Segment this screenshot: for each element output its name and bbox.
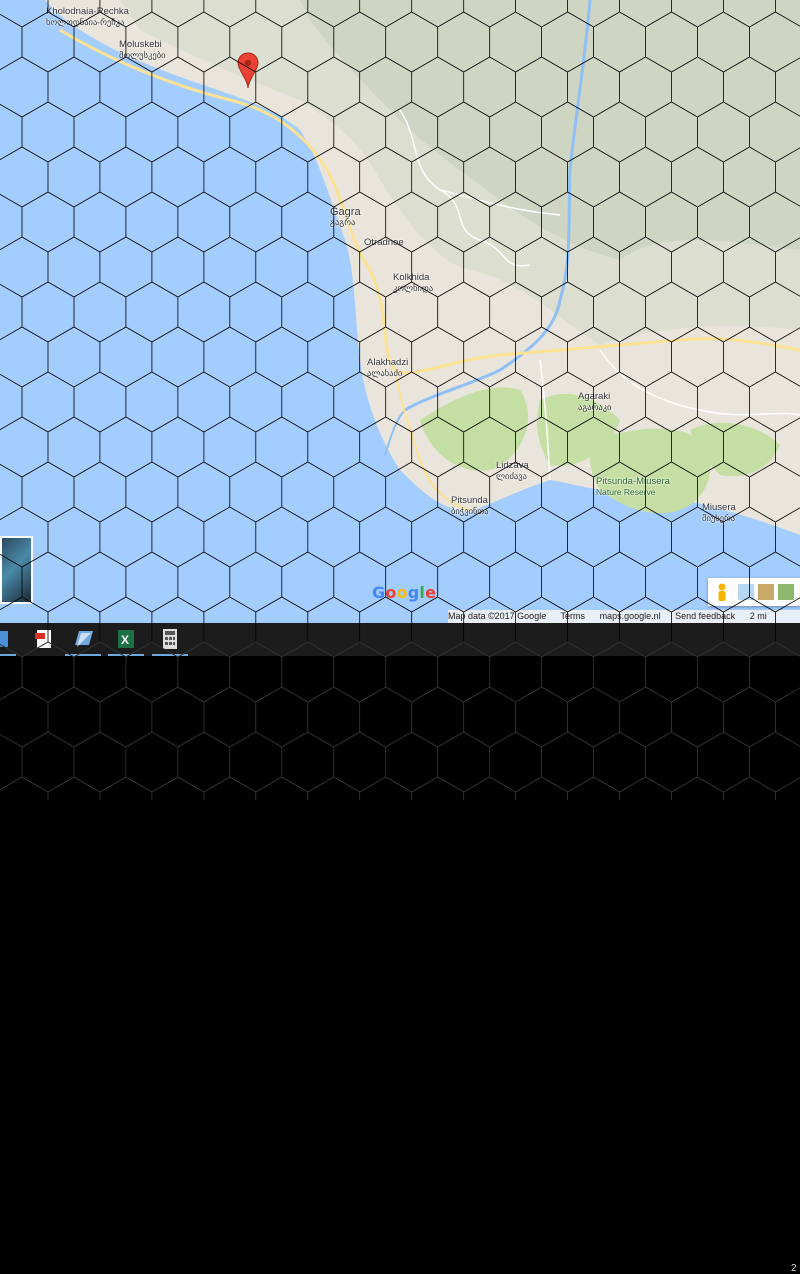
taskbar: X 2 bbox=[0, 623, 800, 1274]
send-feedback-link[interactable]: Send feedback bbox=[675, 611, 735, 621]
pegman-icon[interactable] bbox=[708, 578, 800, 606]
map-thumbnail-icon bbox=[738, 584, 754, 600]
park-area bbox=[420, 387, 529, 471]
site-link[interactable]: maps.google.nl bbox=[600, 611, 661, 621]
red-pin-icon[interactable] bbox=[237, 52, 259, 90]
place-local-name: ხოლოდნაია-რეჩკა bbox=[46, 17, 125, 27]
river bbox=[384, 409, 406, 456]
place-local-name: ალახაძი bbox=[367, 368, 403, 378]
place-name: Moluskebi bbox=[119, 39, 162, 50]
place-label-pitsunda: Pitsunda ბიჭვინთა bbox=[451, 495, 489, 517]
google-logo: Google bbox=[372, 583, 436, 602]
place-local-name: გაგრა bbox=[330, 217, 356, 227]
place-local-name: ბიჭვინთა bbox=[451, 506, 489, 516]
street-view-thumbnail[interactable] bbox=[0, 536, 33, 604]
svg-text:X: X bbox=[121, 633, 129, 647]
place-local-name: აგარაკი bbox=[578, 402, 612, 412]
place-label-pitsunda-miusera: Pitsunda-Miusera Nature Reserve bbox=[596, 476, 670, 498]
place-label-alakhadzi: Alakhadzi ალახაძი bbox=[367, 357, 409, 379]
place-name: Miusera bbox=[702, 502, 736, 513]
scale-label: 2 mi bbox=[749, 611, 767, 621]
place-name: Otradnoe bbox=[364, 237, 404, 248]
place-label-kolkhida: Kolkhida კოლხიდა bbox=[393, 272, 434, 294]
map-attribution-bar: Map data ©2017 Google Terms maps.google.… bbox=[448, 610, 800, 623]
excel-icon[interactable]: X bbox=[108, 623, 144, 656]
place-name: Agaraki bbox=[578, 391, 611, 402]
map-type-control[interactable] bbox=[708, 578, 800, 606]
place-name: Pitsunda-Miusera bbox=[596, 476, 670, 487]
map-view[interactable]: Kholodnaia-Rechka ხოლოდნაია-რეჩკა Molusk… bbox=[0, 0, 800, 623]
google-logo-text: Google bbox=[372, 583, 437, 602]
place-name: Kolkhida bbox=[393, 272, 430, 283]
map-canvas[interactable] bbox=[0, 0, 800, 623]
place-label-lidzava: Lidzava ლიძავა bbox=[496, 460, 529, 482]
terrain-thumbnail-icon bbox=[758, 584, 774, 600]
terms-link[interactable]: Terms bbox=[561, 611, 586, 621]
place-local-name: Nature Reserve bbox=[596, 487, 656, 497]
place-label-agaraki: Agaraki აგარაკი bbox=[578, 391, 612, 413]
place-name: Lidzava bbox=[496, 460, 529, 471]
pdf-icon[interactable] bbox=[26, 623, 62, 656]
place-local-name: ლიძავა bbox=[496, 471, 527, 481]
taskbar-clock[interactable]: 2 bbox=[791, 1263, 797, 1274]
road bbox=[599, 349, 800, 416]
hex-grid-lines-dark bbox=[0, 641, 800, 800]
place-label-miusera: Miusera მიუსერა bbox=[702, 502, 736, 524]
place-label-gagra: Gagra გაგრა bbox=[330, 207, 361, 228]
map-data-text: Map data ©2017 Google bbox=[448, 611, 547, 621]
place-local-name: მიუსერა bbox=[702, 513, 736, 523]
satellite-thumbnail-icon bbox=[778, 584, 794, 600]
place-name: Pitsunda bbox=[451, 495, 488, 506]
place-label-otradnoe: Otradnoe bbox=[364, 238, 404, 248]
place-name: Alakhadzi bbox=[367, 357, 409, 368]
place-label-kholodnaia-rechka: Kholodnaia-Rechka ხოლოდნაია-რეჩკა bbox=[46, 6, 129, 28]
calculator-icon[interactable] bbox=[152, 623, 188, 656]
place-label-moluskebi: Moluskebi მოლუსკები bbox=[119, 39, 166, 61]
file-explorer-icon[interactable] bbox=[0, 623, 16, 656]
files-icon[interactable] bbox=[65, 623, 101, 656]
place-local-name: კოლხიდა bbox=[393, 283, 434, 293]
place-name: Kholodnaia-Rechka bbox=[46, 6, 129, 17]
place-local-name: მოლუსკები bbox=[119, 50, 166, 60]
